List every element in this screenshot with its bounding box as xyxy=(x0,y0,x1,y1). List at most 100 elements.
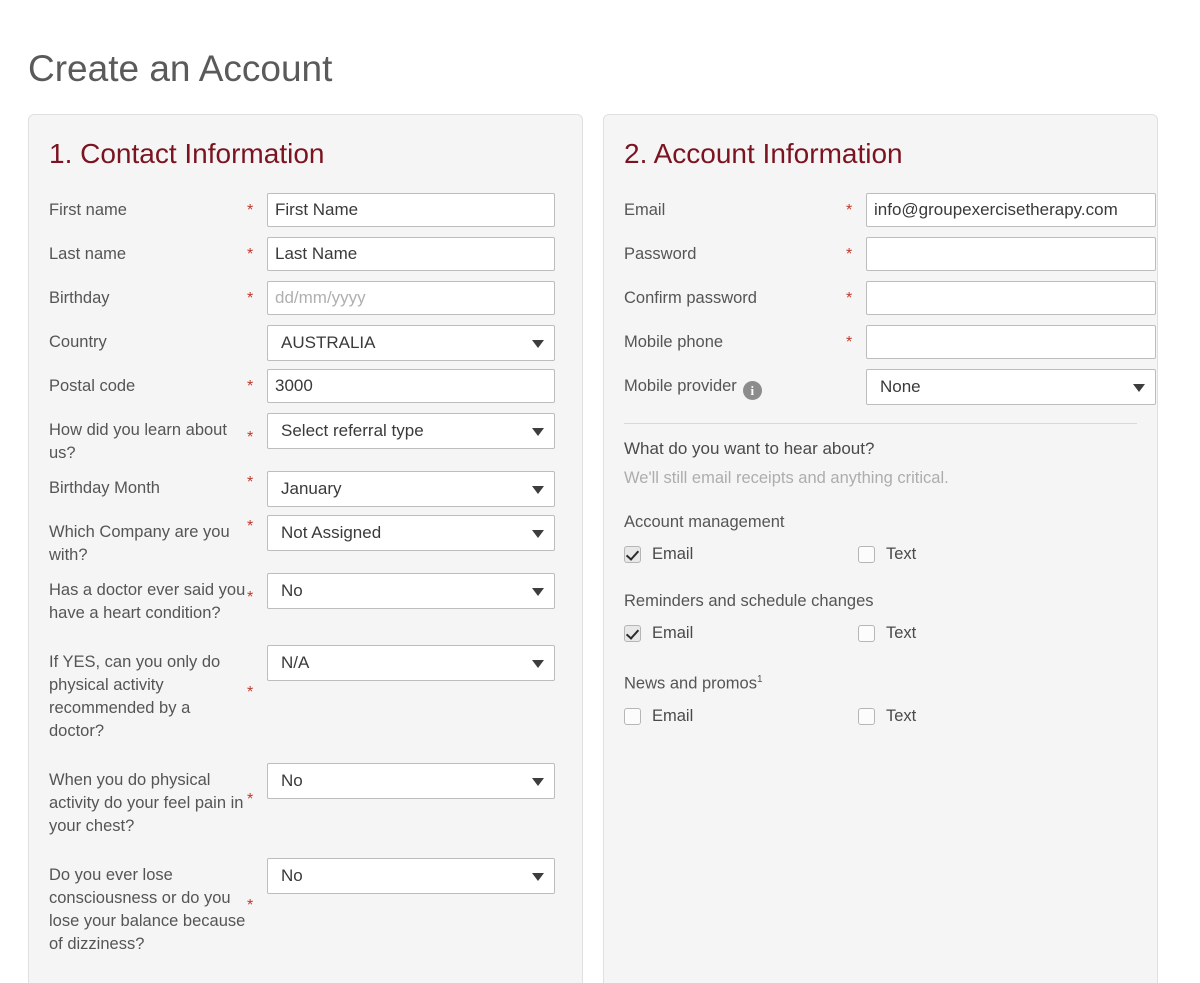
checkbox-reminders-email[interactable]: Email xyxy=(624,624,858,643)
checkbox-label: Email xyxy=(652,545,694,563)
field-label-country: Country xyxy=(49,333,107,351)
field-label-company: Which Company are you with? xyxy=(49,523,230,564)
contact-information-heading: 1. Contact Information xyxy=(49,138,325,169)
field-last-name: Last name * Last Name xyxy=(49,237,562,275)
password-input[interactable] xyxy=(866,237,1156,271)
field-referral-type: How did you learn about us? * Select ref… xyxy=(49,413,562,465)
company-select[interactable]: Not Assigned xyxy=(267,515,555,551)
field-control: Not Assigned xyxy=(267,515,562,551)
required-marker: * xyxy=(846,246,853,263)
required-marker: * xyxy=(247,897,254,914)
preferences-heading: What do you want to hear about? xyxy=(624,439,875,458)
email-input[interactable]: info@groupexercisetherapy.com xyxy=(866,193,1156,227)
field-control xyxy=(866,325,1156,359)
mobile-phone-input[interactable] xyxy=(866,325,1156,359)
checkbox-box[interactable] xyxy=(624,707,641,725)
checkbox-news-email[interactable]: Email xyxy=(624,707,858,726)
checkbox-label: Email xyxy=(652,624,694,642)
required-marker: * xyxy=(247,290,254,307)
confirm-password-input[interactable] xyxy=(866,281,1156,315)
referral-type-select[interactable]: Select referral type xyxy=(267,413,555,449)
checkbox-box[interactable] xyxy=(858,625,875,642)
field-control xyxy=(866,281,1156,315)
required-marker: * xyxy=(247,589,254,606)
checkbox-news-text[interactable]: Text xyxy=(858,707,1092,726)
mobile-provider-select-value: None xyxy=(880,377,921,396)
section-divider xyxy=(624,423,1137,424)
field-control xyxy=(866,237,1156,271)
checkbox-account-management-text[interactable]: Text xyxy=(858,545,1092,564)
checkbox-label: Text xyxy=(886,545,917,563)
checkbox-box[interactable] xyxy=(624,625,641,642)
field-control: 3000 xyxy=(267,369,562,403)
form-panels: 1. Contact Information First name * Firs… xyxy=(28,114,1168,983)
field-control: No xyxy=(267,763,562,799)
required-marker: * xyxy=(247,429,254,446)
field-control: None xyxy=(866,369,1156,405)
field-birthday: Birthday * dd/mm/yyyy xyxy=(49,281,562,319)
checkbox-box[interactable] xyxy=(624,546,641,563)
field-email: Email * info@groupexercisetherapy.com xyxy=(624,193,1156,231)
checkbox-box[interactable] xyxy=(858,707,875,725)
postal-code-input[interactable]: 3000 xyxy=(267,369,555,403)
account-information-panel: 2. Account Information Email * info@grou… xyxy=(603,114,1158,983)
field-label-referral-type: How did you learn about us? xyxy=(49,421,227,462)
info-icon[interactable]: i xyxy=(742,381,762,400)
required-marker: * xyxy=(247,790,254,808)
first-name-input[interactable]: First Name xyxy=(267,193,555,227)
required-marker xyxy=(846,387,866,389)
field-label-last-name: Last name xyxy=(49,245,127,263)
referral-type-select-value: Select referral type xyxy=(281,421,424,440)
field-country: Country AUSTRALIA xyxy=(49,325,562,363)
checkbox-reminders-text[interactable]: Text xyxy=(858,624,1092,643)
pref-group-reminders: Reminders and schedule changes Email Tex… xyxy=(624,590,1137,643)
mobile-provider-select[interactable]: None xyxy=(866,369,1156,405)
field-chest-pain: When you do physical activity do your fe… xyxy=(49,763,562,838)
birthday-month-select-value: January xyxy=(281,479,342,498)
pref-group-label: News and promos1 xyxy=(624,669,1137,695)
field-label-chest-pain: When you do physical activity do your fe… xyxy=(49,771,244,835)
checkbox-row: Email Text xyxy=(624,545,1137,564)
field-label-password: Password xyxy=(624,245,697,263)
last-name-input[interactable]: Last Name xyxy=(267,237,555,271)
field-mobile-phone: Mobile phone * xyxy=(624,325,1156,363)
doctor-recommended-activity-select[interactable]: N/A xyxy=(267,645,555,681)
country-select-value: AUSTRALIA xyxy=(281,333,376,352)
preferences-subtext: We'll still email receipts and anything … xyxy=(624,469,949,487)
birthday-month-select[interactable]: January xyxy=(267,471,555,507)
chevron-down-icon xyxy=(532,778,544,786)
contact-information-panel: 1. Contact Information First name * Firs… xyxy=(28,114,583,983)
birthday-input[interactable]: dd/mm/yyyy xyxy=(267,281,555,315)
field-doctor-recommended-activity: If YES, can you only do physical activit… xyxy=(49,645,562,743)
required-marker: * xyxy=(846,202,853,219)
field-mobile-provider: Mobile provider i None xyxy=(624,369,1156,407)
field-postal-code: Postal code * 3000 xyxy=(49,369,562,407)
chevron-down-icon xyxy=(532,428,544,436)
dizziness-select-value: No xyxy=(281,866,303,885)
field-control: No xyxy=(267,858,562,894)
field-label-dizziness: Do you ever lose consciousness or do you… xyxy=(49,866,246,953)
required-marker: * xyxy=(247,378,254,395)
heart-condition-select[interactable]: No xyxy=(267,573,555,609)
mobile-provider-label-text: Mobile provider xyxy=(624,377,737,395)
field-control: AUSTRALIA xyxy=(267,325,562,361)
dizziness-select[interactable]: No xyxy=(267,858,555,894)
field-label-postal-code: Postal code xyxy=(49,377,136,395)
footnote-marker: 1 xyxy=(756,674,763,685)
field-label-mobile-phone: Mobile phone xyxy=(624,333,724,351)
chevron-down-icon xyxy=(532,588,544,596)
pref-group-account-management: Account management Email Text xyxy=(624,511,1137,564)
required-marker xyxy=(247,343,267,345)
heart-condition-select-value: No xyxy=(281,581,303,600)
required-marker: * xyxy=(247,684,254,701)
checkbox-box[interactable] xyxy=(858,546,875,563)
chevron-down-icon xyxy=(532,660,544,668)
field-dizziness: Do you ever lose consciousness or do you… xyxy=(49,858,562,956)
chest-pain-select[interactable]: No xyxy=(267,763,555,799)
checkbox-account-management-email[interactable]: Email xyxy=(624,545,858,564)
pref-group-news-and-promos: News and promos1 Email Text xyxy=(624,669,1137,726)
field-confirm-password: Confirm password * xyxy=(624,281,1156,319)
field-control: Last Name xyxy=(267,237,562,271)
country-select[interactable]: AUSTRALIA xyxy=(267,325,555,361)
